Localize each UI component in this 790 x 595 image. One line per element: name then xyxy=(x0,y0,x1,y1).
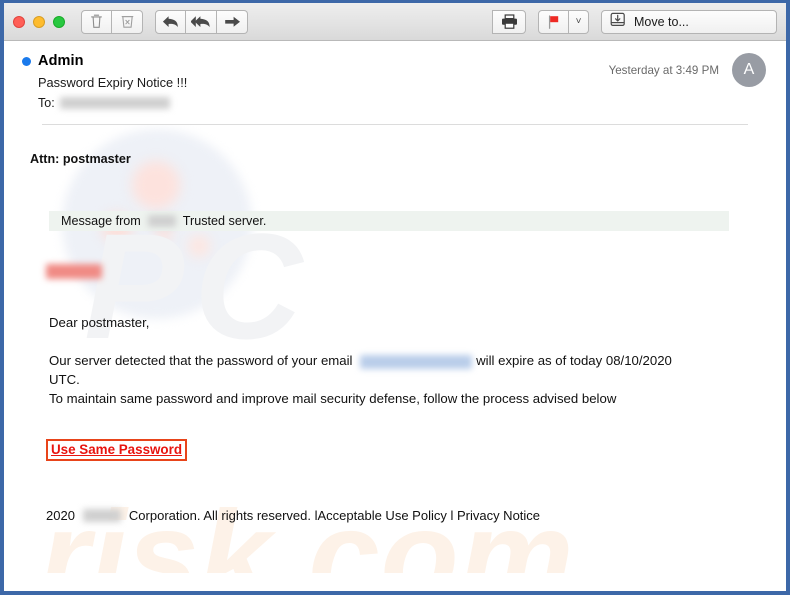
footer-year: 2020 xyxy=(46,507,75,523)
printer-icon xyxy=(501,14,518,29)
mail-footer: 2020 Corporation. All rights reserved. l… xyxy=(4,461,786,523)
paragraph-line2: UTC. xyxy=(49,372,80,388)
recipient-line: To: xyxy=(38,96,786,110)
mail-timestamp: Yesterday at 3:49 PM xyxy=(608,63,719,77)
message-from-band: Message from Trusted server. xyxy=(49,211,729,231)
window-controls xyxy=(13,15,65,28)
reply-button-group xyxy=(155,9,248,34)
company-name-redacted xyxy=(82,508,121,522)
flag-dropdown-button[interactable]: ˅ xyxy=(569,9,589,34)
move-to-label: Move to... xyxy=(634,14,689,29)
cta-wrapper: Use Same Password xyxy=(4,409,786,461)
main-paragraph: Our server detected that the password of… xyxy=(4,332,786,408)
reply-arrow-icon xyxy=(162,15,179,29)
chevron-down-icon: ˅ xyxy=(575,15,582,27)
email-address-redacted xyxy=(360,354,473,369)
attn-line: Attn: postmaster xyxy=(30,152,131,166)
delete-button[interactable] xyxy=(81,9,112,34)
print-button[interactable] xyxy=(492,9,526,34)
print-button-group xyxy=(492,9,526,34)
message-from-suffix: Trusted server. xyxy=(182,214,267,228)
delete-button-group xyxy=(81,9,143,34)
server-name-redacted xyxy=(147,215,176,227)
flag-button-group: ˅ xyxy=(538,9,589,34)
paragraph-line1-b: will expire as of today 08/10/2020 xyxy=(476,353,672,369)
flag-icon xyxy=(547,14,560,29)
to-label: To: xyxy=(38,96,55,110)
mail-header: Admin Password Expiry Notice !!! To: Yes… xyxy=(4,41,786,125)
message-from-prefix: Message from xyxy=(61,214,141,228)
avatar[interactable]: A xyxy=(732,53,766,87)
close-button[interactable] xyxy=(13,15,25,28)
move-to-button[interactable]: Move to... xyxy=(601,9,777,34)
unread-indicator-dot[interactable] xyxy=(22,56,31,66)
footer-rest: Corporation. All rights reserved. lAccep… xyxy=(128,507,541,523)
mail-window: ˅ Move to... Admin Password Expiry Notic… xyxy=(0,0,790,595)
forward-arrow-icon xyxy=(224,15,241,29)
flag-button[interactable] xyxy=(538,9,569,34)
reply-all-arrow-icon xyxy=(191,15,211,29)
redacted-red-block xyxy=(46,263,786,281)
mail-content: Attn: postmaster Message from Trusted se… xyxy=(4,125,786,523)
paragraph-line3: To maintain same password and improve ma… xyxy=(49,391,617,407)
minimize-button[interactable] xyxy=(33,15,45,28)
zoom-button[interactable] xyxy=(53,15,65,28)
toolbar: ˅ Move to... xyxy=(4,3,786,41)
greeting-line: Dear postmaster, xyxy=(49,315,150,330)
trash-icon xyxy=(90,14,103,29)
sender-name: Admin xyxy=(38,53,84,69)
junk-button[interactable] xyxy=(112,9,143,34)
mail-meta: Yesterday at 3:49 PM A xyxy=(609,53,766,87)
reply-all-button[interactable] xyxy=(186,9,217,34)
move-to-icon xyxy=(610,12,626,32)
forward-button[interactable] xyxy=(217,9,248,34)
redacted-red-text xyxy=(46,264,102,280)
reply-button[interactable] xyxy=(155,9,186,34)
header-divider xyxy=(42,124,748,125)
junk-bin-icon xyxy=(121,14,134,29)
paragraph-line1-a: Our server detected that the password of… xyxy=(49,353,353,369)
recipient-redacted xyxy=(59,97,170,109)
mail-body: PC risk.com Attn: postmaster Message fro… xyxy=(4,125,786,573)
use-same-password-link[interactable]: Use Same Password xyxy=(46,438,187,461)
message-from-text: Message from Trusted server. xyxy=(49,214,266,228)
